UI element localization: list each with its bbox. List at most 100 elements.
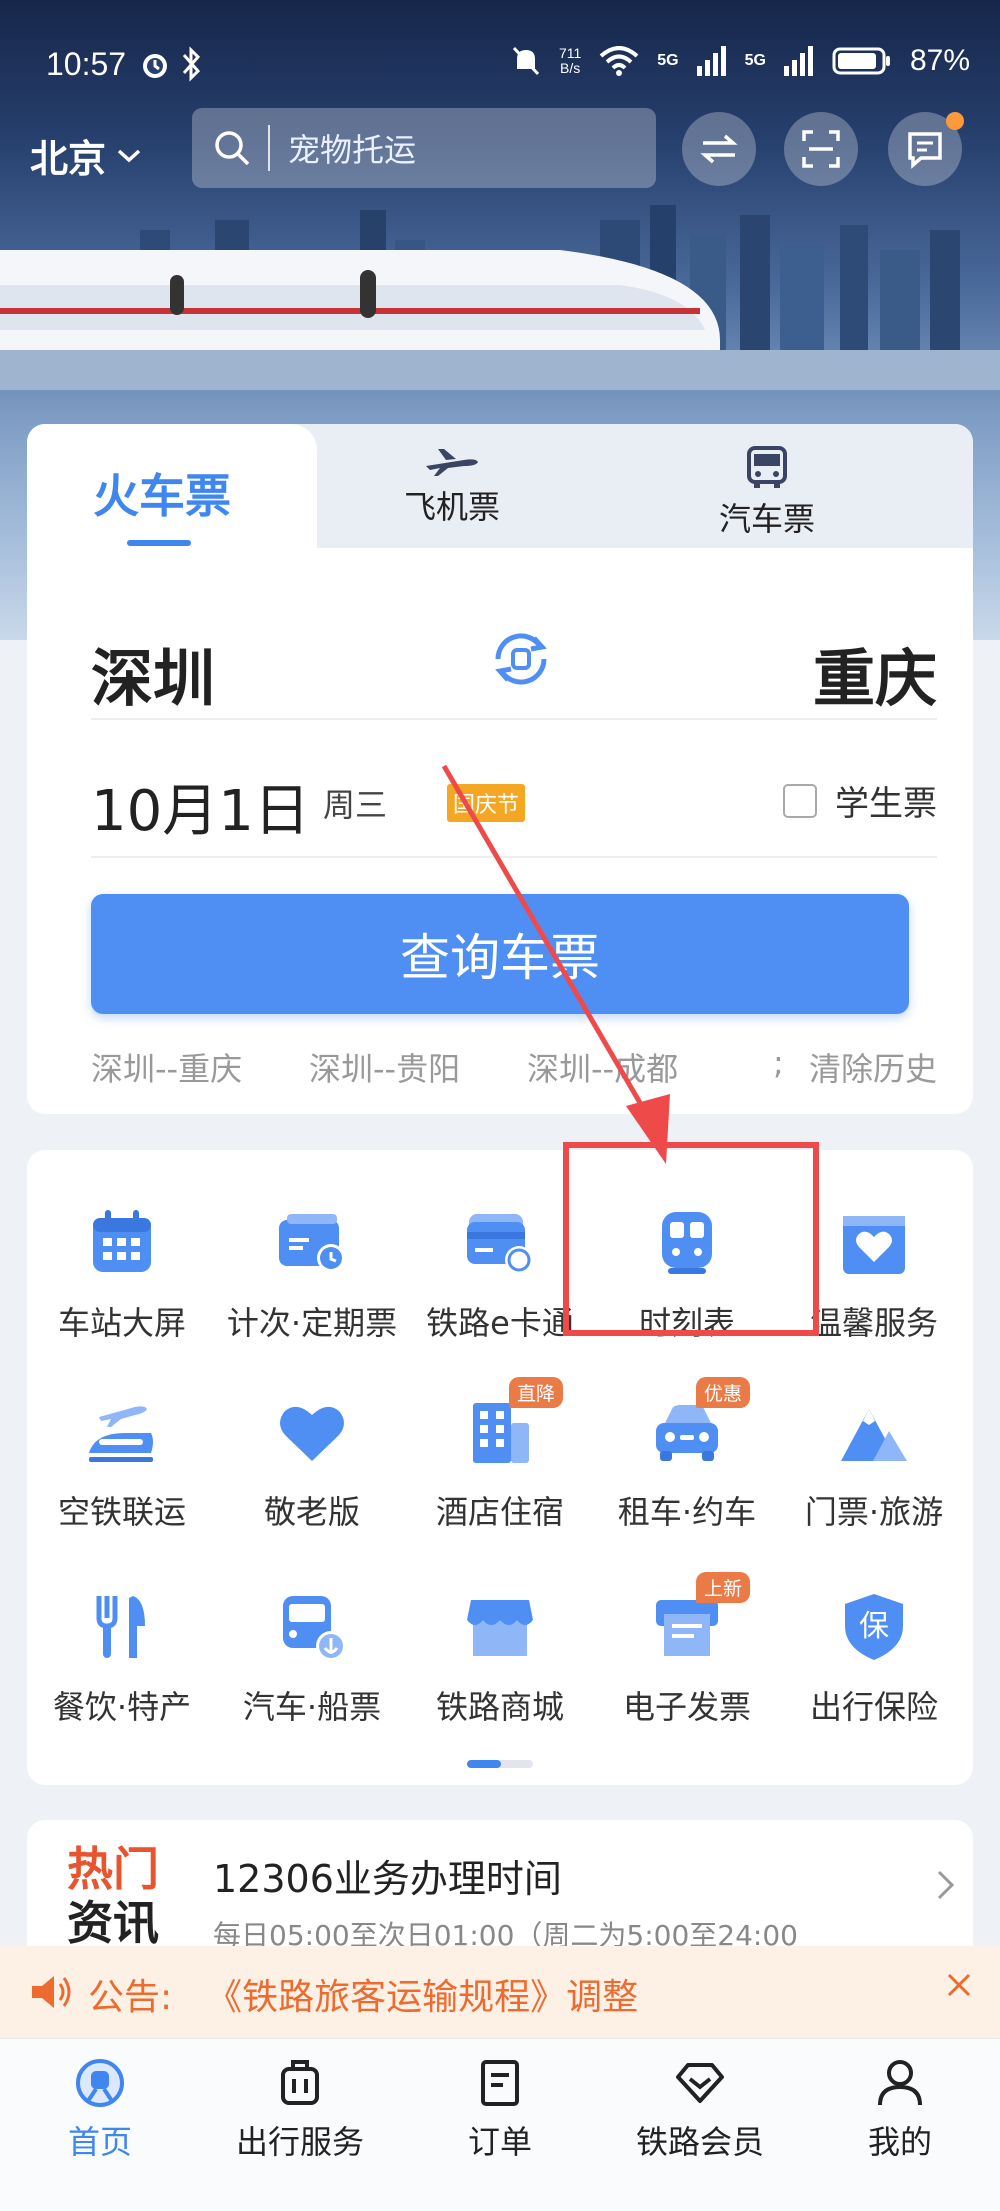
luggage-icon — [210, 2057, 390, 2109]
heart-box-icon — [837, 1206, 911, 1280]
calendar-icon — [85, 1206, 159, 1280]
tab-travel-services[interactable]: 出行服务 — [210, 2057, 390, 2163]
speaker-icon — [28, 1972, 72, 2012]
clear-history-button[interactable]: 清除历史 — [809, 1044, 937, 1090]
signal-5g-icon-1: 5G — [657, 52, 679, 69]
invoice-icon: 上新 — [650, 1572, 750, 1664]
signal-bars-icon-1 — [696, 46, 727, 76]
hot-news-tag: 热门 资讯 — [67, 1842, 159, 1950]
notice-text: 《铁路旅客运输规程》调整 — [206, 1977, 639, 2018]
tab-home[interactable]: 首页 — [10, 2057, 190, 2163]
user-icon — [810, 2057, 990, 2109]
tab-label: 汽车票 — [718, 500, 815, 538]
service-label: 车站大屏 — [57, 1304, 186, 1342]
tab-label: 出行服务 — [235, 2123, 364, 2161]
service-bus-ferry[interactable]: 汽车·船票 — [217, 1590, 407, 1740]
service-e-invoice[interactable]: 上新 电子发票 — [592, 1572, 782, 1740]
close-icon[interactable] — [944, 1970, 974, 2000]
swap-button[interactable] — [682, 112, 756, 186]
search-icon — [212, 128, 252, 168]
weekday: 周三 — [323, 786, 388, 824]
service-station-screen[interactable]: 车站大屏 — [27, 1206, 217, 1356]
history-item[interactable]: 深圳--重庆 — [91, 1044, 242, 1090]
annotation-arrow — [441, 764, 670, 1164]
messages-button[interactable] — [888, 112, 964, 186]
notice-prefix: 公告: — [88, 1977, 173, 2018]
city-skyline-train-illustration — [0, 205, 1000, 390]
tab-plane-ticket[interactable]: 飞机票 — [372, 446, 532, 528]
bluetooth-icon — [180, 46, 202, 82]
service-car-rental[interactable]: 优惠 租车·约车 — [592, 1377, 782, 1545]
discount-badge: 直降 — [508, 1377, 563, 1408]
bottom-tab-bar: 首页 出行服务 订单 铁路会员 我的 — [0, 2038, 1000, 2211]
tab-label: 我的 — [867, 2123, 932, 2161]
alarm-icon — [138, 48, 172, 82]
news-title: 12306业务办理时间 — [213, 1857, 562, 1901]
mute-icon — [511, 45, 541, 77]
heart-icon — [275, 1395, 349, 1469]
status-bar: 10:57 711 B/s 5G 5G 87% — [0, 0, 1000, 120]
message-icon — [905, 129, 945, 169]
service-label: 汽车·船票 — [242, 1688, 382, 1726]
tab-label: 首页 — [67, 2123, 132, 2161]
tab-label: 火车票 — [93, 469, 231, 523]
promo-badge: 优惠 — [695, 1377, 750, 1408]
plane-train-icon — [85, 1395, 159, 1469]
signal-5g-icon-2: 5G — [744, 52, 766, 69]
chevron-right-icon — [935, 1868, 957, 1902]
student-ticket-checkbox[interactable] — [783, 783, 817, 818]
service-season-ticket[interactable]: 计次·定期票 — [217, 1206, 407, 1356]
tab-mine[interactable]: 我的 — [810, 2057, 990, 2163]
bus-icon — [687, 446, 847, 490]
route-selector: 深圳 重庆 — [91, 610, 937, 730]
tab-orders[interactable]: 订单 — [410, 2057, 590, 2163]
tab-label: 铁路会员 — [635, 2123, 764, 2161]
service-label: 敬老版 — [263, 1493, 360, 1531]
tab-train-ticket[interactable]: 火车票 — [27, 424, 317, 548]
net-speed-unit: B/s — [559, 60, 581, 76]
notice-bar[interactable]: 公告: 《铁路旅客运输规程》调整 — [0, 1946, 1000, 2038]
service-label: 计次·定期票 — [226, 1304, 398, 1342]
battery-icon — [832, 46, 892, 76]
signal-bars-icon-2 — [783, 46, 814, 76]
shop-icon — [463, 1590, 537, 1664]
service-air-rail[interactable]: 空铁联运 — [27, 1395, 217, 1545]
svg-text:保: 保 — [859, 1609, 889, 1644]
tab-rail-member[interactable]: 铁路会员 — [610, 2057, 790, 2163]
bus-anchor-icon — [275, 1590, 349, 1664]
service-hotel[interactable]: 直降 酒店住宿 — [405, 1377, 595, 1545]
active-tab-indicator — [127, 540, 191, 546]
hot-news-card[interactable]: 热门 资讯 12306业务办理时间 每日05:00至次日01:00（周二为5:00… — [27, 1820, 973, 1960]
departure-date[interactable]: 10月1日 — [91, 766, 310, 847]
new-badge: 上新 — [695, 1572, 750, 1603]
building-icon: 直降 — [463, 1377, 563, 1469]
search-placeholder: 宠物托运 — [268, 125, 416, 171]
service-label: 餐饮·特产 — [52, 1688, 192, 1726]
scan-icon — [801, 129, 841, 169]
battery-percent: 87% — [909, 44, 970, 77]
service-grid: 车站大屏 计次·定期票 铁路e卡通 时刻表 温馨服务 空铁联运 敬老版 直降 酒… — [27, 1150, 973, 1785]
scan-button[interactable] — [784, 112, 858, 186]
from-station[interactable]: 深圳 — [91, 628, 215, 718]
service-label: 空铁联运 — [57, 1493, 186, 1531]
swap-stations-icon[interactable] — [486, 624, 556, 694]
service-travel-insurance[interactable]: 保 出行保险 — [779, 1590, 969, 1740]
top-bar: 北京 宠物托运 — [0, 108, 1000, 192]
service-label: 租车·约车 — [617, 1493, 757, 1531]
service-elder-mode[interactable]: 敬老版 — [217, 1395, 407, 1545]
divider — [91, 718, 937, 720]
service-rail-mall[interactable]: 铁路商城 — [405, 1590, 595, 1740]
service-food[interactable]: 餐饮·特产 — [27, 1590, 217, 1740]
tab-bus-ticket[interactable]: 汽车票 — [687, 446, 847, 540]
search-input[interactable]: 宠物托运 — [192, 108, 656, 188]
to-station[interactable]: 重庆 — [813, 628, 937, 718]
student-ticket-option[interactable]: 学生票 — [783, 776, 937, 825]
page-indicator — [467, 1760, 533, 1768]
document-icon — [410, 2057, 590, 2109]
ticket-clock-icon — [275, 1206, 349, 1280]
history-more: ; — [773, 1044, 784, 1082]
service-tickets-travel[interactable]: 门票·旅游 — [779, 1395, 969, 1545]
city-selector[interactable]: 北京 — [30, 128, 142, 183]
ticket-type-tabs: 火车票 飞机票 汽车票 — [27, 424, 973, 548]
notification-dot — [946, 112, 964, 130]
